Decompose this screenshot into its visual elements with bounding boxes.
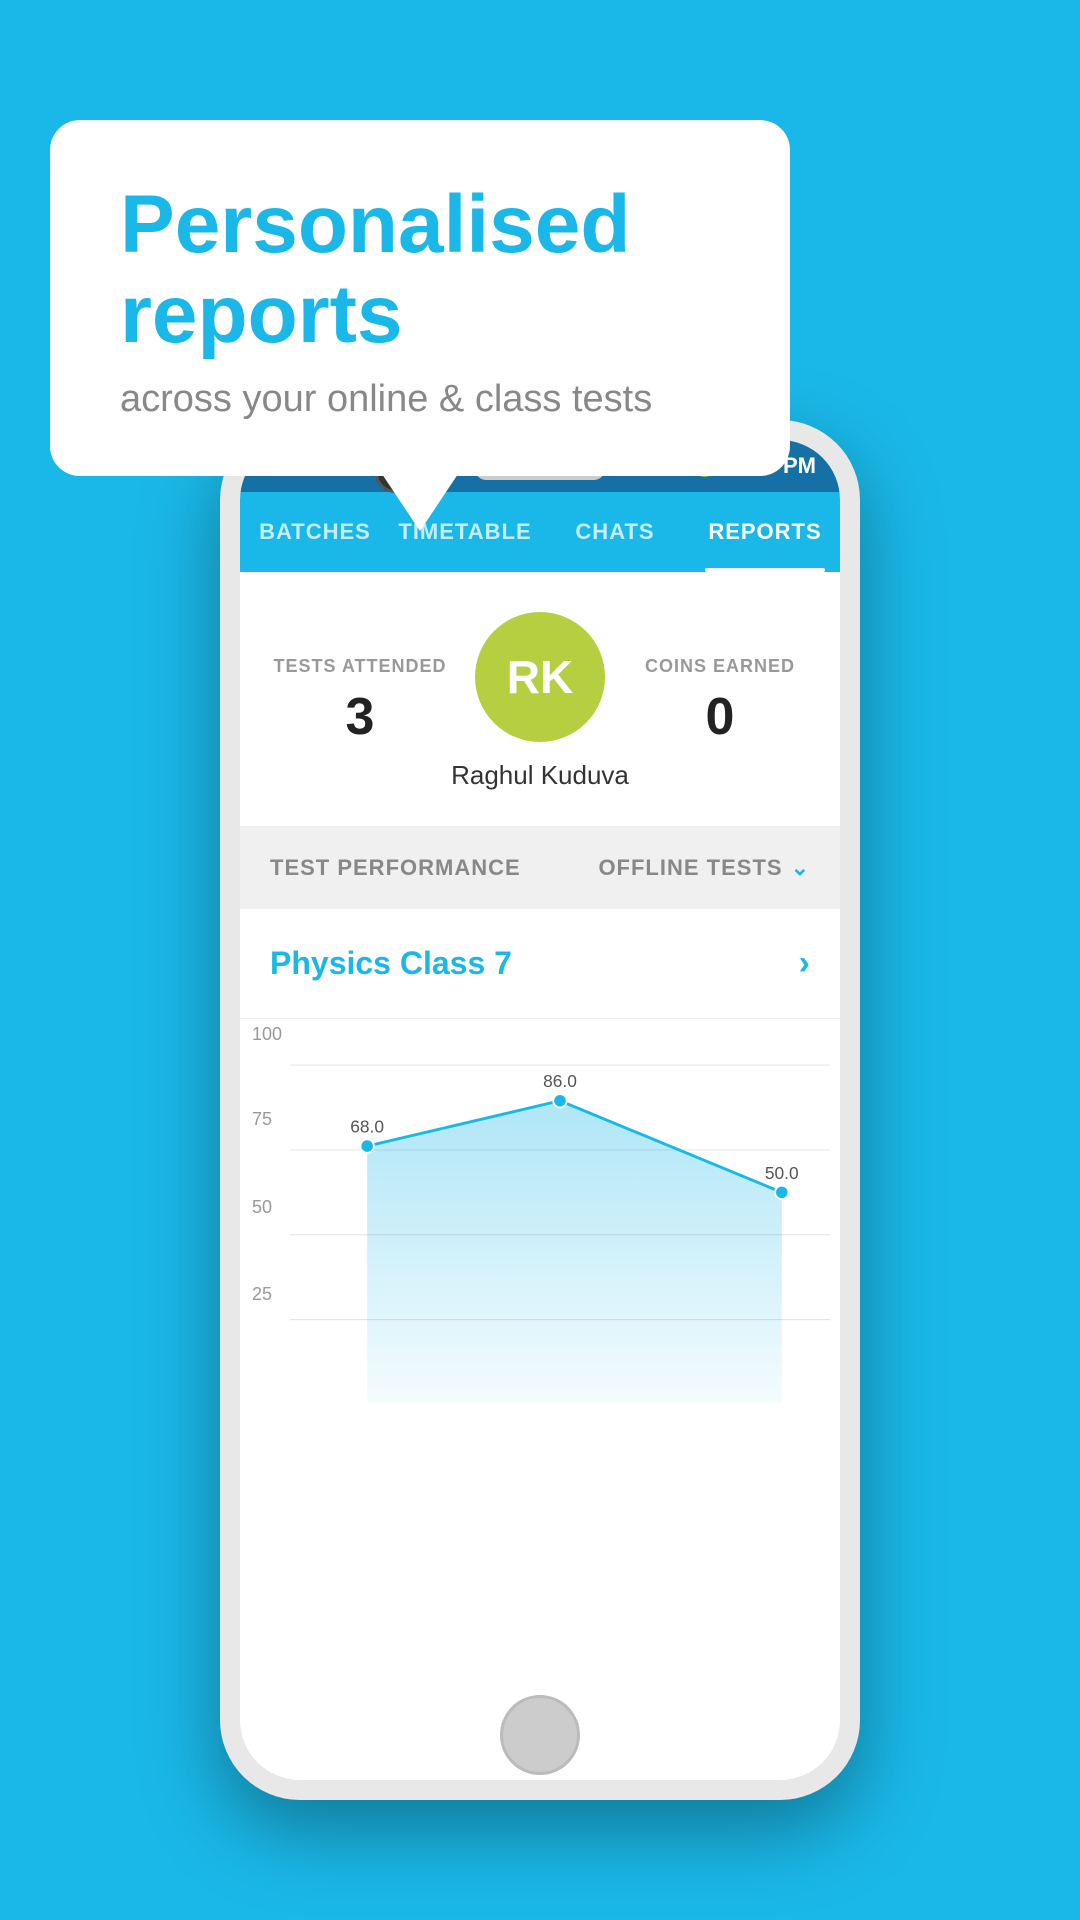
tab-chats[interactable]: CHATS [540,492,690,572]
chevron-right-icon: › [799,944,810,983]
y-label-25: 25 [252,1284,272,1305]
offline-tests-dropdown[interactable]: OFFLINE TESTS ⌄ [598,855,810,881]
tab-reports-label: REPORTS [708,519,821,545]
tab-batches[interactable]: BATCHES [240,492,390,572]
coins-earned-label: COINS EARNED [630,656,810,677]
point-label-3: 50.0 [765,1163,799,1183]
bubble-title: Personalised reports [120,180,720,360]
tab-reports[interactable]: REPORTS [690,492,840,572]
coins-earned-value: 0 [630,687,810,747]
y-label-50: 50 [252,1197,272,1218]
chevron-down-icon: ⌄ [791,855,810,881]
chart-area: 100 75 50 25 [240,1019,840,1459]
nav-tabs: BATCHES TIMETABLE CHATS REPORTS [240,492,840,572]
avatar-block: RK Raghul Kuduva [450,612,630,791]
offline-tests-label: OFFLINE TESTS [598,855,782,881]
home-button[interactable] [500,1695,580,1775]
tests-attended-label: TESTS ATTENDED [270,656,450,677]
avatar: RK [475,612,605,742]
tab-chats-label: CHATS [575,519,654,545]
phone-wrapper: ✦ 📳 HD ▼ ▲ 65% 🔋 1:25 PM BATCHES TIMETAB… [220,420,860,1820]
performance-label: TEST PERFORMANCE [270,855,521,881]
bubble-subtitle: across your online & class tests [120,378,720,421]
point-label-2: 86.0 [543,1071,577,1091]
point-label-1: 68.0 [350,1117,384,1137]
performance-chart: 68.0 86.0 50.0 [290,1039,830,1419]
data-point-1 [360,1139,374,1153]
y-label-75: 75 [252,1109,272,1130]
user-name: Raghul Kuduva [451,760,629,791]
coins-earned-block: COINS EARNED 0 [630,656,810,747]
phone-screen: ✦ 📳 HD ▼ ▲ 65% 🔋 1:25 PM BATCHES TIMETAB… [240,440,840,1780]
phone-outer: ✦ 📳 HD ▼ ▲ 65% 🔋 1:25 PM BATCHES TIMETAB… [220,420,860,1800]
physics-class-label: Physics Class 7 [270,945,512,982]
y-label-100: 100 [252,1024,282,1045]
tests-attended-block: TESTS ATTENDED 3 [270,656,450,747]
speech-bubble: Personalised reports across your online … [50,120,790,476]
tests-attended-value: 3 [270,687,450,747]
tab-batches-label: BATCHES [259,519,371,545]
data-point-2 [553,1094,567,1108]
performance-bar: TEST PERFORMANCE OFFLINE TESTS ⌄ [240,827,840,909]
profile-section: TESTS ATTENDED 3 RK Raghul Kuduva COINS … [240,572,840,827]
avatar-initials: RK [507,650,573,704]
physics-class-row[interactable]: Physics Class 7 › [240,909,840,1019]
data-point-3 [775,1186,789,1200]
